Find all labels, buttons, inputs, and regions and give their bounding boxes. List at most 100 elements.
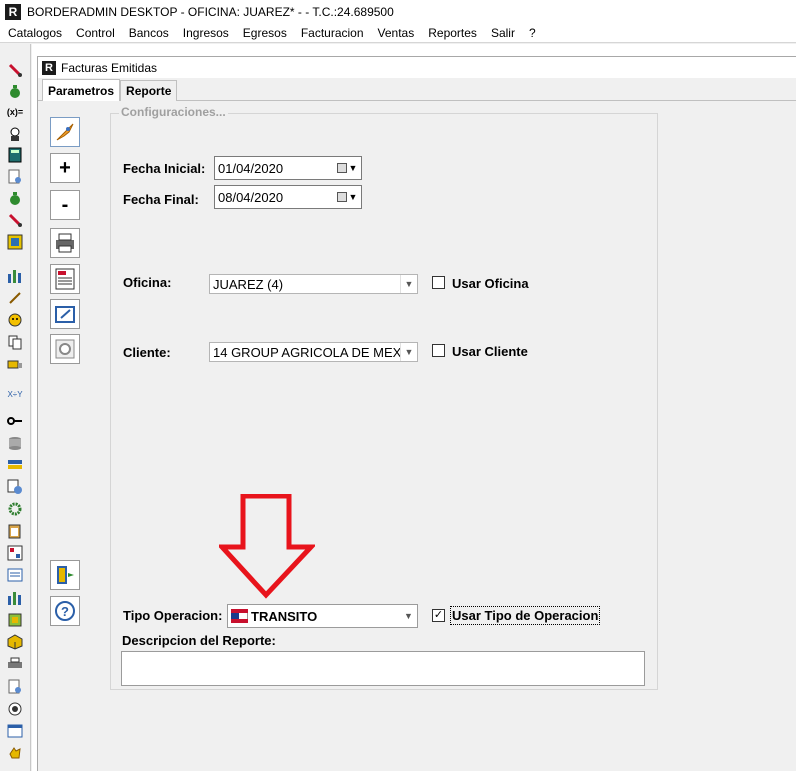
red-down-arrow-icon xyxy=(219,494,315,599)
flag-icon xyxy=(231,609,248,623)
exit-door-icon xyxy=(57,566,74,584)
tipo-operacion-label: Tipo Operacion: xyxy=(123,608,223,623)
export-button[interactable] xyxy=(50,299,80,329)
hand-icon[interactable] xyxy=(7,745,23,761)
chevron-down-icon[interactable]: ▼ xyxy=(400,275,417,293)
child-logo-icon: R xyxy=(42,60,56,75)
oficina-label: Oficina: xyxy=(123,275,172,290)
print-button[interactable] xyxy=(50,228,80,258)
calculator-icon[interactable] xyxy=(7,147,23,163)
help-icon[interactable] xyxy=(7,701,23,717)
clipboard-icon[interactable] xyxy=(7,523,23,539)
window-icon[interactable] xyxy=(7,723,23,739)
printer-icon xyxy=(56,233,74,253)
help-button[interactable]: ? xyxy=(50,596,80,626)
menu-salir[interactable]: Salir xyxy=(484,26,522,40)
menu-help[interactable]: ? xyxy=(522,26,543,40)
chart-icon[interactable] xyxy=(7,545,23,561)
fecha-final-field[interactable]: 08/04/2020 ▼ xyxy=(214,185,362,209)
menu-reportes[interactable]: Reportes xyxy=(421,26,484,40)
menu-bar: Catalogos Control Bancos Ingresos Egreso… xyxy=(0,24,796,43)
menu-ventas[interactable]: Ventas xyxy=(371,26,422,40)
chevron-down-icon[interactable]: ▼ xyxy=(400,611,417,621)
chart-icon[interactable] xyxy=(7,590,23,606)
cliente-select[interactable]: 14 GROUP AGRICOLA DE MEXICO ▼ xyxy=(209,342,418,362)
usar-tipo-operacion-checkbox[interactable]: ✓ xyxy=(432,609,445,622)
pin-icon[interactable] xyxy=(7,212,23,228)
svg-text:?: ? xyxy=(61,604,69,619)
descripcion-label: Descripcion del Reporte: xyxy=(122,633,276,648)
usar-oficina-label[interactable]: Usar Oficina xyxy=(452,276,529,291)
tipo-operacion-value: TRANSITO xyxy=(251,608,318,624)
database-icon[interactable] xyxy=(7,435,23,451)
menu-bancos[interactable]: Bancos xyxy=(122,26,176,40)
oficina-value: JUAREZ (4) xyxy=(213,276,284,292)
money-bag-icon[interactable] xyxy=(7,190,23,206)
tab-strip: Parametros Reporte xyxy=(42,79,178,101)
menu-ingresos[interactable]: Ingresos xyxy=(176,26,236,40)
app-logo-icon: R xyxy=(5,4,21,20)
groupbox-title: Configuraciones... xyxy=(119,105,228,119)
fecha-final-value: 08/04/2020 xyxy=(218,189,284,205)
calendar-dropdown-icon[interactable]: ▼ xyxy=(333,157,361,179)
usar-oficina-checkbox[interactable] xyxy=(432,276,445,289)
tipo-operacion-select[interactable]: TRANSITO ▼ xyxy=(227,604,418,628)
chart-icon[interactable] xyxy=(7,268,23,284)
add-button[interactable]: + xyxy=(50,153,80,183)
fecha-inicial-value: 01/04/2020 xyxy=(218,160,284,176)
report-icon xyxy=(55,268,75,290)
fecha-inicial-label: Fecha Inicial: xyxy=(123,161,206,176)
document-gear-icon[interactable] xyxy=(7,679,23,695)
preview-button[interactable] xyxy=(50,334,80,364)
globe-icon[interactable] xyxy=(7,479,23,495)
formula-icon[interactable]: (x)= xyxy=(7,104,23,120)
stack-icon[interactable] xyxy=(7,457,23,473)
key-icon[interactable] xyxy=(7,413,23,429)
usar-cliente-checkbox[interactable] xyxy=(432,344,445,357)
menu-catalogos[interactable]: Catalogos xyxy=(0,26,69,40)
export-icon xyxy=(55,306,75,323)
descripcion-input[interactable] xyxy=(121,651,645,686)
window-title-bar: R BORDERADMIN DESKTOP - OFICINA: JUAREZ*… xyxy=(0,0,796,24)
menu-egresos[interactable]: Egresos xyxy=(236,26,294,40)
cube-icon[interactable] xyxy=(7,634,23,650)
cliente-value: 14 GROUP AGRICOLA DE MEXICO xyxy=(213,344,400,360)
math-icon[interactable]: X÷Y xyxy=(7,387,23,403)
money-bag-icon[interactable] xyxy=(7,83,23,99)
copy-icon[interactable] xyxy=(7,334,23,350)
left-toolbar: (x)= X÷Y xyxy=(0,44,31,771)
oficina-select[interactable]: JUAREZ (4) ▼ xyxy=(209,274,418,294)
report-preview-button[interactable] xyxy=(50,264,80,294)
chevron-down-icon[interactable]: ▼ xyxy=(400,343,417,361)
execute-button[interactable] xyxy=(50,117,80,147)
gear-icon[interactable] xyxy=(7,501,23,517)
pin-icon[interactable] xyxy=(7,62,23,78)
child-title-bar: R Facturas Emitidas xyxy=(38,57,796,78)
exit-button[interactable] xyxy=(50,560,80,590)
pen-icon[interactable] xyxy=(7,290,23,306)
window-title: BORDERADMIN DESKTOP - OFICINA: JUAREZ* -… xyxy=(27,5,394,19)
box-icon[interactable] xyxy=(7,612,23,628)
fecha-final-label: Fecha Final: xyxy=(123,192,199,207)
rocket-icon xyxy=(56,123,74,141)
tab-parametros[interactable]: Parametros xyxy=(42,79,121,101)
menu-facturacion[interactable]: Facturacion xyxy=(294,26,371,40)
help-icon: ? xyxy=(55,601,75,621)
remove-button[interactable]: - xyxy=(50,190,80,220)
face-icon[interactable] xyxy=(7,312,23,328)
printer-icon[interactable] xyxy=(7,656,23,672)
grid-icon[interactable] xyxy=(7,234,23,250)
usar-tipo-operacion-label[interactable]: Usar Tipo de Operacion xyxy=(449,606,601,625)
tab-reporte[interactable]: Reporte xyxy=(120,80,178,101)
menu-control[interactable]: Control xyxy=(69,26,122,40)
preview-icon xyxy=(55,339,75,359)
calendar-dropdown-icon[interactable]: ▼ xyxy=(333,186,361,208)
child-window-title: Facturas Emitidas xyxy=(61,60,158,75)
list-icon[interactable] xyxy=(7,567,23,583)
cliente-label: Cliente: xyxy=(123,345,171,360)
truck-icon[interactable] xyxy=(7,356,23,372)
usar-cliente-label[interactable]: Usar Cliente xyxy=(452,344,528,359)
document-gear-icon[interactable] xyxy=(7,169,23,185)
person-icon[interactable] xyxy=(7,126,23,142)
fecha-inicial-field[interactable]: 01/04/2020 ▼ xyxy=(214,156,362,180)
